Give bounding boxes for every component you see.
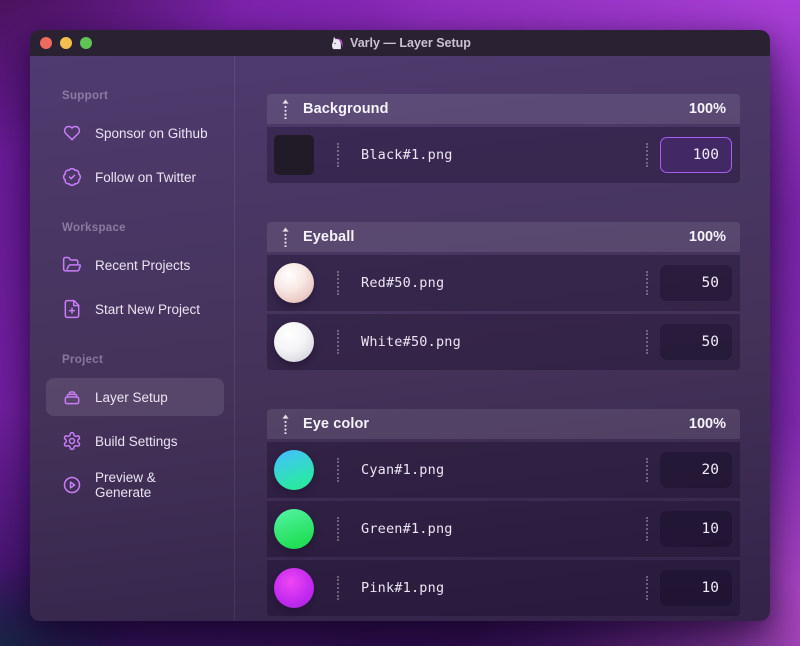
drag-handle-icon[interactable] xyxy=(281,414,290,434)
divider xyxy=(337,576,339,600)
layer-row: Red#50.png xyxy=(267,255,740,311)
layer-group-background: Background 100% Black#1.png xyxy=(267,94,740,183)
layer-weight-input[interactable] xyxy=(660,452,732,488)
sidebar-item-build-settings[interactable]: Build Settings xyxy=(46,422,224,460)
divider xyxy=(337,271,339,295)
layer-filename: Black#1.png xyxy=(361,147,453,163)
close-button[interactable] xyxy=(40,37,52,49)
layer-weight-input[interactable] xyxy=(660,324,732,360)
layer-thumbnail-pink xyxy=(274,568,314,608)
minimize-button[interactable] xyxy=(60,37,72,49)
titlebar: Varly — Layer Setup xyxy=(30,30,770,56)
drag-handle-icon[interactable] xyxy=(281,227,290,247)
gear-icon xyxy=(62,431,82,451)
sidebar-item-recent-projects[interactable]: Recent Projects xyxy=(46,246,224,284)
sidebar-item-label: Follow on Twitter xyxy=(95,169,197,185)
desktop-wallpaper: Varly — Layer Setup Support Sponsor on G… xyxy=(0,0,800,646)
layer-row: Green#1.png xyxy=(267,501,740,557)
badge-check-icon xyxy=(62,167,82,187)
layer-row: Black#1.png xyxy=(267,127,740,183)
sidebar-item-label: Build Settings xyxy=(95,433,178,449)
layer-group-name: Eyeball xyxy=(303,229,355,245)
sidebar-item-layer-setup[interactable]: Layer Setup xyxy=(46,378,224,416)
sidebar-item-label: Sponsor on Github xyxy=(95,125,208,141)
divider xyxy=(337,458,339,482)
divider xyxy=(646,576,648,600)
layer-group-total: 100% xyxy=(688,416,726,432)
divider xyxy=(337,517,339,541)
layer-weight-input[interactable] xyxy=(660,511,732,547)
layer-row: Pink#1.png xyxy=(267,560,740,616)
layer-group-total: 100% xyxy=(688,229,726,245)
layer-group-header: Eye color 100% xyxy=(267,409,740,439)
layer-thumbnail-red-sphere xyxy=(274,263,314,303)
layer-filename: White#50.png xyxy=(361,334,461,350)
zoom-button[interactable] xyxy=(80,37,92,49)
sidebar-section-project: Project xyxy=(62,354,104,366)
divider xyxy=(646,330,648,354)
sidebar-item-start-new-project[interactable]: Start New Project xyxy=(46,290,224,328)
layer-thumbnail-black xyxy=(274,135,314,175)
heart-icon xyxy=(62,123,82,143)
layer-group-name: Background xyxy=(303,101,389,117)
sidebar-section-workspace: Workspace xyxy=(62,222,126,234)
layer-filename: Pink#1.png xyxy=(361,580,445,596)
archive-box-icon xyxy=(62,387,82,407)
window-controls xyxy=(40,30,92,56)
divider xyxy=(337,330,339,354)
layer-group-name: Eye color xyxy=(303,416,370,432)
sidebar-item-sponsor-github[interactable]: Sponsor on Github xyxy=(46,114,224,152)
layer-filename: Cyan#1.png xyxy=(361,462,445,478)
folder-open-icon xyxy=(62,255,82,275)
layer-row: White#50.png xyxy=(267,314,740,370)
sidebar-section-support: Support xyxy=(62,90,109,102)
layer-group-header: Eyeball 100% xyxy=(267,222,740,252)
unicorn-icon xyxy=(329,36,344,51)
layer-weight-input[interactable] xyxy=(660,265,732,301)
layer-thumbnail-green xyxy=(274,509,314,549)
play-circle-icon xyxy=(62,475,82,495)
layer-group-eye-color: Eye color 100% Cyan#1.png Gre xyxy=(267,409,740,616)
layer-thumbnail-white-sphere xyxy=(274,322,314,362)
sidebar-item-label: Recent Projects xyxy=(95,257,191,273)
sidebar-item-label: Start New Project xyxy=(95,301,201,317)
layer-weight-input[interactable] xyxy=(660,570,732,606)
sidebar-item-label: Preview & Generate xyxy=(95,470,156,500)
layer-group-eyeball: Eyeball 100% Red#50.png White xyxy=(267,222,740,370)
layer-row: Cyan#1.png xyxy=(267,442,740,498)
divider xyxy=(337,143,339,167)
layer-list: Background 100% Black#1.png 100 Eyeball … xyxy=(235,56,770,621)
sidebar-item-preview-generate[interactable]: Preview & Generate xyxy=(46,466,224,504)
sidebar-item-follow-twitter[interactable]: Follow on Twitter xyxy=(46,158,224,196)
layer-group-header: Background 100% xyxy=(267,94,740,124)
layer-group-total: 100% xyxy=(688,101,726,117)
window-title: Varly — Layer Setup xyxy=(350,36,471,50)
divider xyxy=(646,143,648,167)
divider xyxy=(646,271,648,295)
drag-handle-icon[interactable] xyxy=(281,99,290,119)
layer-thumbnail-cyan xyxy=(274,450,314,490)
sidebar: Support Sponsor on Github Follow on Twit… xyxy=(30,56,235,621)
divider xyxy=(646,458,648,482)
layer-filename: Red#50.png xyxy=(361,275,445,291)
app-window: Varly — Layer Setup Support Sponsor on G… xyxy=(30,30,770,621)
file-plus-icon xyxy=(62,299,82,319)
layer-filename: Green#1.png xyxy=(361,521,453,537)
sidebar-item-label: Layer Setup xyxy=(95,389,168,405)
divider xyxy=(646,517,648,541)
layer-weight-input[interactable] xyxy=(660,137,732,173)
